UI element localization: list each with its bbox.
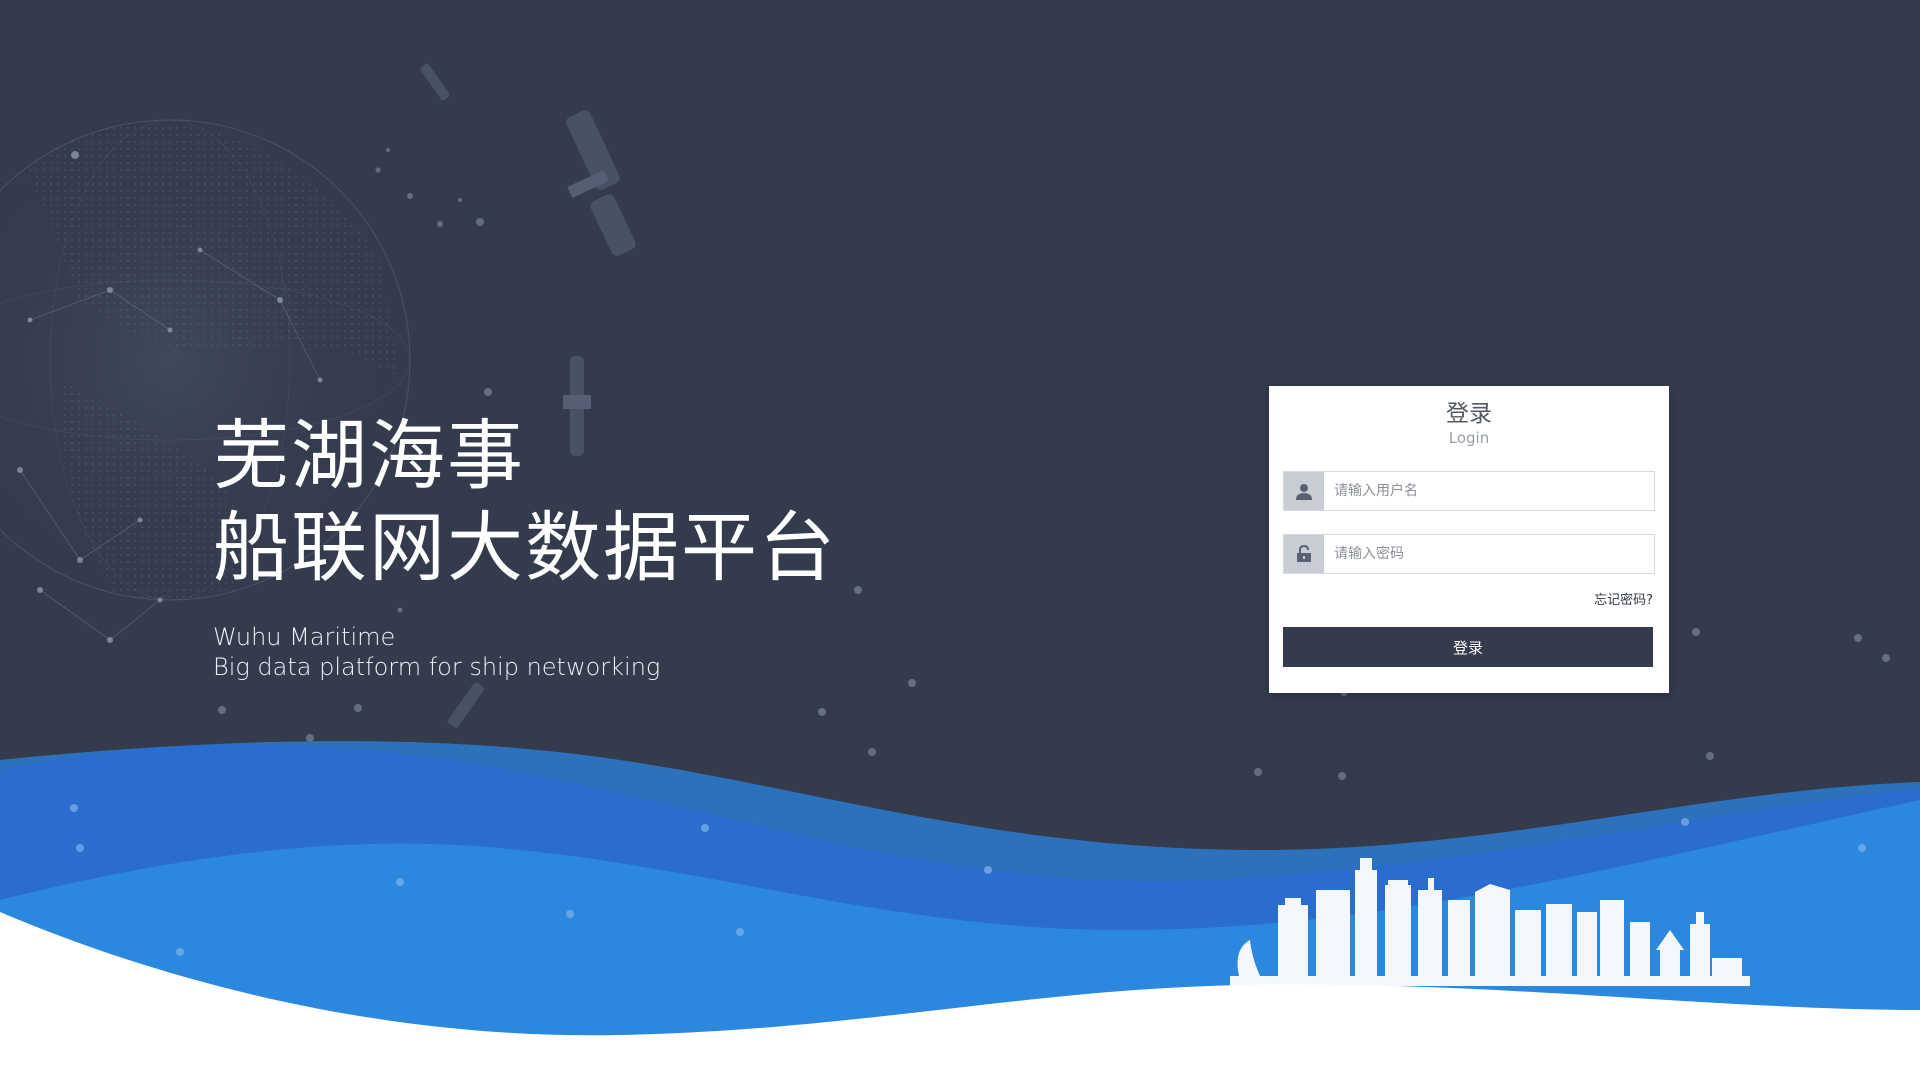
wave-graphic (0, 741, 1920, 1080)
login-header: 登录 Login (1269, 386, 1669, 448)
username-field[interactable] (1283, 471, 1655, 511)
user-icon (1284, 472, 1324, 510)
hero-section: 芜湖海事 船联网大数据平台 Wuhu Maritime Big data pla… (213, 410, 837, 682)
hero-title-line1: 芜湖海事 (213, 411, 525, 500)
hero-subtitle-line1: Wuhu Maritime (213, 623, 396, 651)
username-input[interactable] (1324, 472, 1654, 510)
login-page: 芜湖海事 船联网大数据平台 Wuhu Maritime Big data pla… (0, 0, 1920, 1080)
hero-subtitle-line2: Big data platform for ship networking (213, 653, 661, 681)
password-field[interactable] (1283, 534, 1655, 574)
login-button[interactable]: 登录 (1283, 627, 1653, 667)
hero-title-line2: 船联网大数据平台 (213, 503, 837, 592)
login-subtitle: Login (1448, 429, 1490, 447)
login-title: 登录 (1446, 401, 1492, 427)
login-card: 登录 Login 忘记密码? 登录 (1269, 386, 1669, 693)
forgot-password-link[interactable]: 忘记密码? (1594, 589, 1653, 608)
lock-icon (1284, 535, 1324, 573)
password-input[interactable] (1324, 535, 1654, 573)
hero-subtitle: Wuhu Maritime Big data platform for ship… (213, 622, 837, 682)
